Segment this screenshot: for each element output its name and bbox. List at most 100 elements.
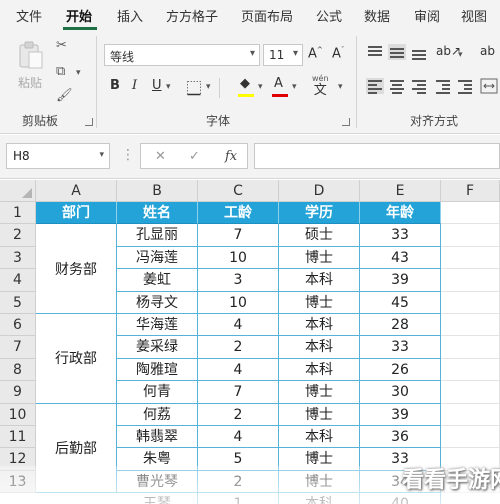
italic-icon[interactable]: I bbox=[132, 78, 137, 93]
empty-cell[interactable] bbox=[441, 202, 500, 225]
table-cell[interactable]: 30 bbox=[360, 381, 441, 404]
borders-icon[interactable] bbox=[186, 80, 202, 96]
empty-cell[interactable] bbox=[441, 358, 500, 382]
row-header[interactable]: 13 bbox=[0, 470, 36, 494]
formula-input[interactable] bbox=[254, 143, 500, 169]
table-cell[interactable]: 43 bbox=[360, 246, 441, 270]
column-header[interactable]: F bbox=[441, 180, 500, 202]
column-header[interactable]: B bbox=[117, 180, 198, 202]
empty-cell[interactable] bbox=[441, 381, 500, 404]
table-cell[interactable]: 4 bbox=[198, 358, 279, 382]
table-cell[interactable]: 10 bbox=[198, 291, 279, 314]
table-cell[interactable]: 10 bbox=[198, 246, 279, 270]
table-cell[interactable]: 3 bbox=[198, 269, 279, 292]
table-cell[interactable]: 姜采绿 bbox=[117, 336, 198, 359]
orientation-dropdown-icon[interactable]: ▾ bbox=[458, 50, 463, 60]
table-cell[interactable]: 36 bbox=[360, 426, 441, 449]
table-cell[interactable]: 28 bbox=[360, 314, 441, 337]
table-header-cell[interactable]: 学历 bbox=[279, 202, 360, 225]
table-cell[interactable]: 韩翡翠 bbox=[117, 426, 198, 449]
empty-cell[interactable] bbox=[441, 246, 500, 270]
empty-cell[interactable] bbox=[441, 403, 500, 426]
align-right-icon[interactable] bbox=[410, 78, 428, 94]
phonetic-guide-icon[interactable]: wén 文 bbox=[312, 74, 329, 97]
tab-page-layout[interactable]: 页面布局 bbox=[241, 6, 293, 25]
font-name-select[interactable]: 等线 ▾ bbox=[104, 44, 260, 66]
table-cell[interactable]: 博士 bbox=[279, 291, 360, 314]
font-color-icon[interactable]: A bbox=[274, 76, 283, 91]
table-cell[interactable]: 博士 bbox=[279, 403, 360, 426]
align-middle-icon[interactable] bbox=[388, 44, 406, 60]
table-cell[interactable]: 本科 bbox=[279, 314, 360, 337]
empty-cell[interactable] bbox=[441, 269, 500, 292]
department-cell[interactable]: 财务部 bbox=[36, 224, 117, 314]
table-header-cell[interactable]: 姓名 bbox=[117, 202, 198, 225]
copy-icon[interactable]: ⧉ bbox=[56, 64, 65, 79]
table-cell[interactable]: 2 bbox=[198, 470, 279, 494]
department-cell[interactable]: 行政部 bbox=[36, 314, 117, 404]
align-center-icon[interactable] bbox=[388, 78, 406, 94]
table-cell[interactable]: 本科 bbox=[279, 358, 360, 382]
enter-icon[interactable]: ✓ bbox=[189, 149, 200, 164]
table-cell[interactable]: 2 bbox=[198, 403, 279, 426]
row-header[interactable]: 5 bbox=[0, 291, 36, 314]
table-cell[interactable]: 何荔 bbox=[117, 403, 198, 426]
table-cell[interactable]: 陶雅瑄 bbox=[117, 358, 198, 382]
table-cell[interactable]: 朱粤 bbox=[117, 448, 198, 471]
table-cell[interactable]: 博士 bbox=[279, 381, 360, 404]
increase-font-size-icon[interactable]: A^ bbox=[308, 46, 323, 61]
tab-formulas[interactable]: 公式 bbox=[316, 6, 342, 25]
table-cell[interactable]: 本科 bbox=[279, 269, 360, 292]
tab-data[interactable]: 数据 bbox=[364, 6, 390, 25]
column-header[interactable]: A bbox=[36, 180, 117, 202]
splitter-handle-icon[interactable]: ⋮ bbox=[121, 147, 135, 163]
cancel-icon[interactable]: ✕ bbox=[155, 149, 166, 164]
table-cell[interactable]: 曹光琴 bbox=[117, 470, 198, 494]
tab-file[interactable]: 文件 bbox=[16, 6, 42, 25]
bold-icon[interactable]: B bbox=[110, 78, 120, 93]
table-cell[interactable]: 王琴 bbox=[117, 493, 198, 504]
table-header-cell[interactable]: 年龄 bbox=[360, 202, 441, 225]
tab-home[interactable]: 开始 bbox=[66, 6, 92, 25]
empty-cell[interactable] bbox=[441, 314, 500, 337]
column-header[interactable]: E bbox=[360, 180, 441, 202]
underline-dropdown-icon[interactable]: ▾ bbox=[166, 82, 171, 92]
clipboard-dialog-launcher-icon[interactable] bbox=[85, 118, 93, 126]
row-header[interactable]: 1 bbox=[0, 202, 36, 225]
underline-icon[interactable]: U bbox=[152, 78, 162, 93]
align-bottom-icon[interactable] bbox=[410, 44, 428, 60]
row-header[interactable]: 6 bbox=[0, 314, 36, 337]
table-cell[interactable]: 26 bbox=[360, 358, 441, 382]
phonetic-dropdown-icon[interactable]: ▾ bbox=[338, 82, 343, 92]
format-painter-icon[interactable]: 🖌 bbox=[56, 88, 73, 103]
row-header[interactable]: 7 bbox=[0, 336, 36, 359]
cut-icon[interactable]: ✂ bbox=[56, 38, 67, 53]
table-cell[interactable]: 7 bbox=[198, 381, 279, 404]
font-size-select[interactable]: 11 ▾ bbox=[263, 44, 303, 66]
tab-review[interactable]: 审阅 bbox=[414, 6, 440, 25]
table-cell[interactable]: 何青 bbox=[117, 381, 198, 404]
table-cell[interactable]: 4 bbox=[198, 314, 279, 337]
row-header[interactable]: 10 bbox=[0, 403, 36, 426]
table-cell[interactable]: 本科 bbox=[279, 493, 360, 504]
table-cell[interactable]: 39 bbox=[360, 403, 441, 426]
decrease-font-size-icon[interactable]: Aˇ bbox=[332, 46, 344, 61]
align-left-icon[interactable] bbox=[366, 78, 384, 94]
row-header[interactable]: 2 bbox=[0, 224, 36, 247]
empty-cell[interactable] bbox=[441, 336, 500, 359]
tab-view[interactable]: 视图 bbox=[461, 6, 487, 25]
table-cell[interactable]: 本科 bbox=[279, 426, 360, 449]
table-cell[interactable]: 40 bbox=[360, 493, 441, 504]
font-dialog-launcher-icon[interactable] bbox=[342, 118, 350, 126]
table-cell[interactable]: 39 bbox=[360, 269, 441, 292]
table-cell[interactable]: 4 bbox=[198, 426, 279, 449]
row-header[interactable]: 3 bbox=[0, 246, 36, 270]
table-cell[interactable]: 本科 bbox=[279, 336, 360, 359]
table-cell[interactable]: 2 bbox=[198, 336, 279, 359]
table-cell[interactable]: 1 bbox=[198, 493, 279, 504]
name-box[interactable]: H8 ▾ bbox=[6, 143, 110, 169]
insert-function-icon[interactable]: fx bbox=[225, 149, 237, 164]
table-cell[interactable]: 博士 bbox=[279, 448, 360, 471]
table-cell[interactable]: 7 bbox=[198, 224, 279, 247]
empty-cell[interactable] bbox=[441, 224, 500, 247]
